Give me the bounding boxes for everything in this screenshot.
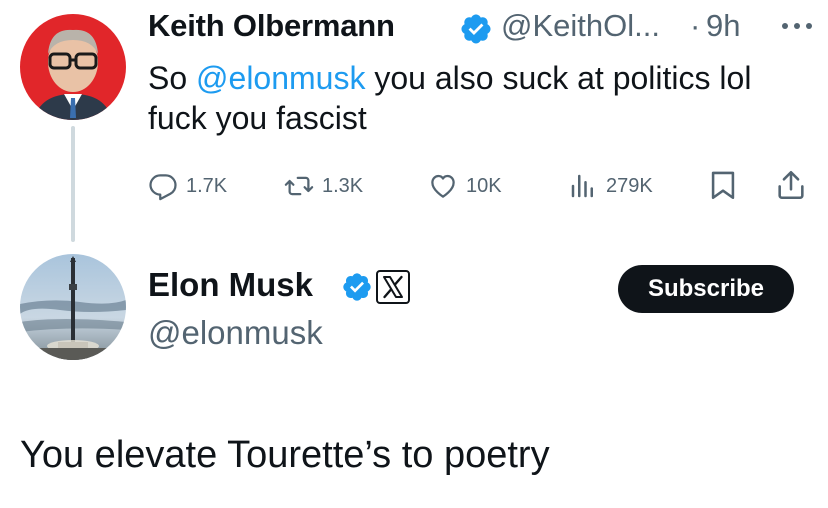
reply-button[interactable]: 1.7K xyxy=(148,168,227,204)
author-name[interactable]: Keith Olbermann xyxy=(148,8,395,44)
bookmark-icon[interactable] xyxy=(706,168,740,202)
tweet-text: So @elonmusk you also suck at politics l… xyxy=(148,58,788,138)
tweet-text-prefix: So xyxy=(148,60,197,96)
separator-dot: · xyxy=(690,8,701,43)
verified-badge-icon xyxy=(459,12,493,46)
author-handle[interactable]: @KeithOl... xyxy=(501,8,660,44)
timestamp[interactable]: 9h xyxy=(706,8,740,44)
author-name[interactable]: Elon Musk xyxy=(148,266,313,304)
elon-musk-avatar[interactable] xyxy=(20,254,126,360)
views-icon xyxy=(571,174,593,198)
verified-badge-icon xyxy=(341,271,373,303)
mention-link[interactable]: @elonmusk xyxy=(196,60,365,96)
views-button[interactable]: 279K xyxy=(568,168,653,204)
reply-count: 1.7K xyxy=(186,174,228,197)
subscribe-button[interactable]: Subscribe xyxy=(618,265,794,313)
repost-icon xyxy=(284,176,314,196)
like-count: 10K xyxy=(466,174,502,197)
author-handle[interactable]: @elonmusk xyxy=(148,314,323,352)
share-icon[interactable] xyxy=(774,168,808,202)
x-affiliate-badge-icon[interactable] xyxy=(376,270,410,304)
more-options-icon[interactable] xyxy=(777,14,817,38)
repost-count: 1.3K xyxy=(322,174,364,197)
like-button[interactable]: 10K xyxy=(428,168,502,204)
thread-connector-line xyxy=(71,126,75,242)
repost-button[interactable]: 1.3K xyxy=(284,168,363,204)
views-count: 279K xyxy=(606,174,653,197)
reply-tweet-text: You elevate Tourette’s to poetry xyxy=(20,434,550,476)
keith-olbermann-avatar[interactable] xyxy=(20,14,126,120)
like-icon xyxy=(431,174,455,198)
reply-icon xyxy=(149,174,177,201)
